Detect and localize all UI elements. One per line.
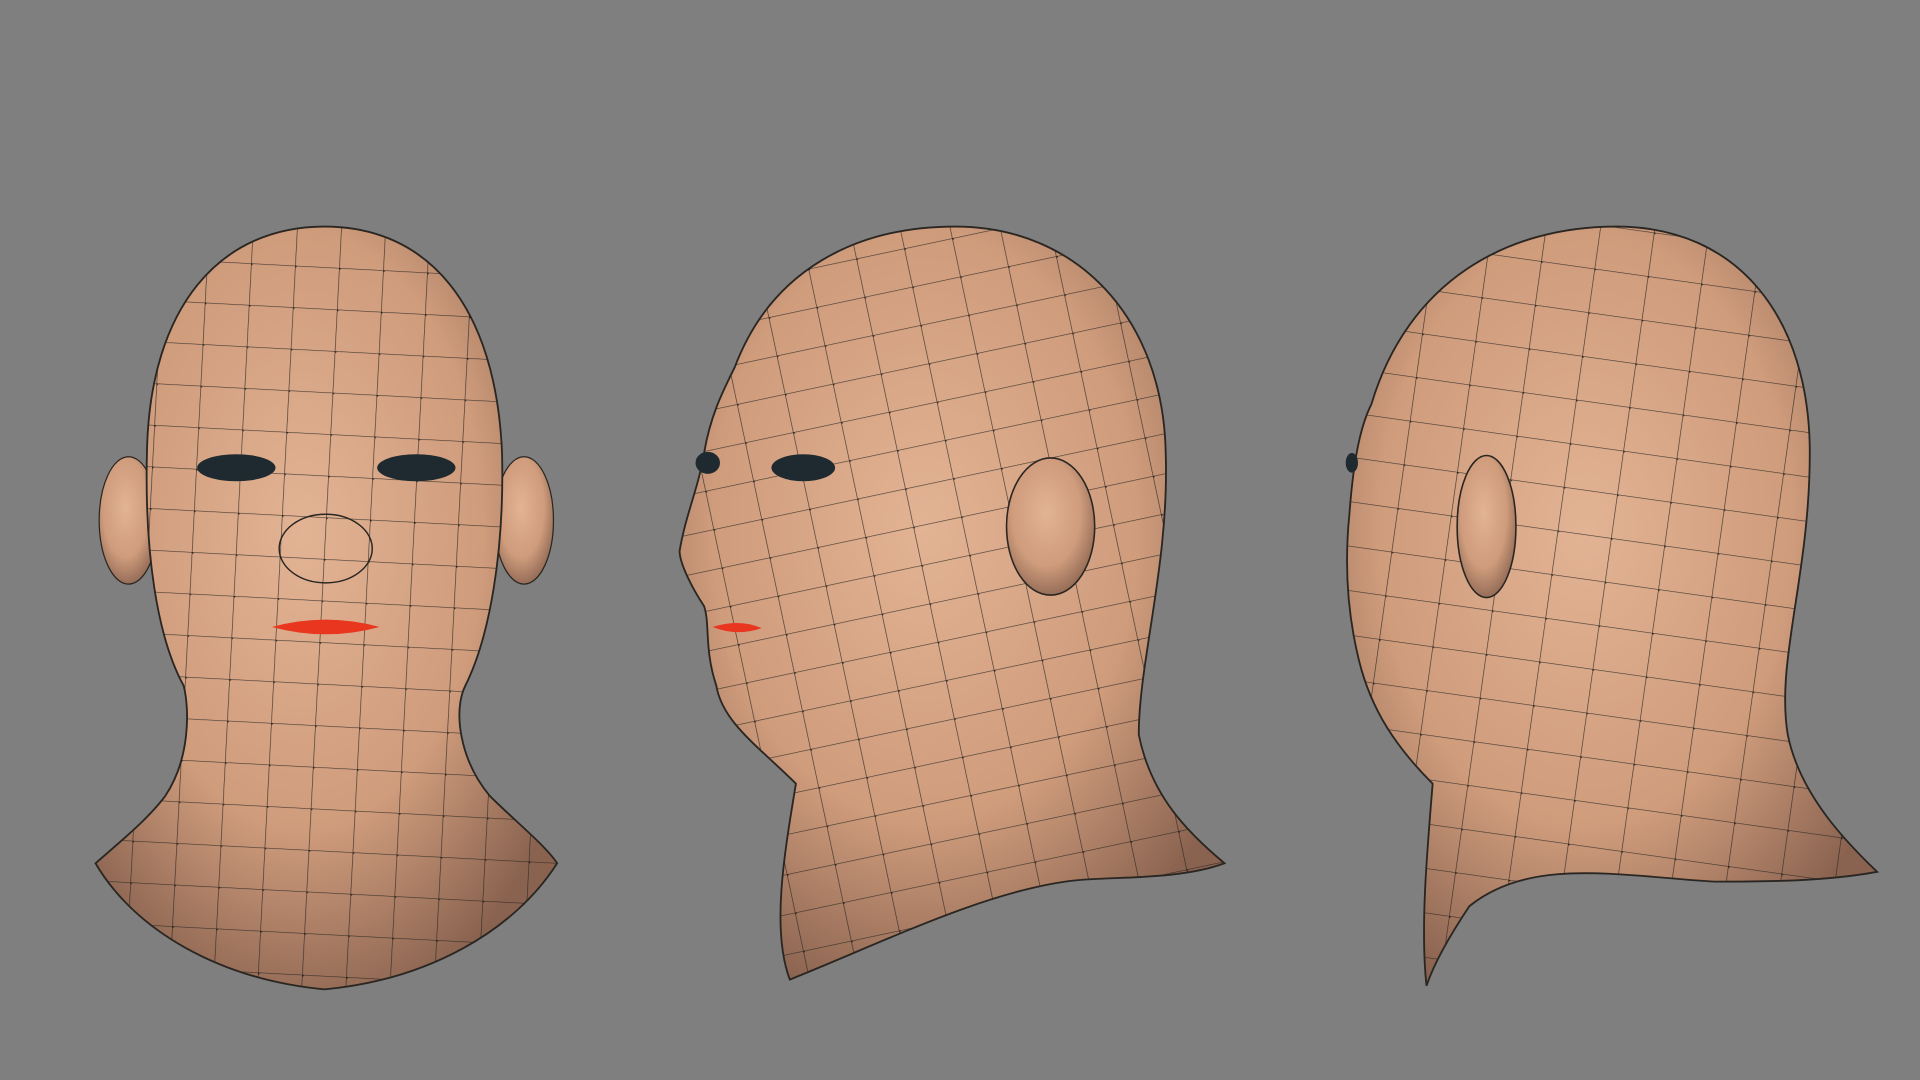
ear xyxy=(1456,454,1517,599)
near-eye xyxy=(771,454,836,482)
right-ear xyxy=(494,456,555,585)
head-topology-render xyxy=(0,0,1920,1080)
ear xyxy=(1005,457,1096,596)
eye-lashes xyxy=(1345,453,1358,473)
right-eye xyxy=(377,454,456,482)
far-eye xyxy=(695,451,720,474)
left-eye xyxy=(197,454,276,482)
